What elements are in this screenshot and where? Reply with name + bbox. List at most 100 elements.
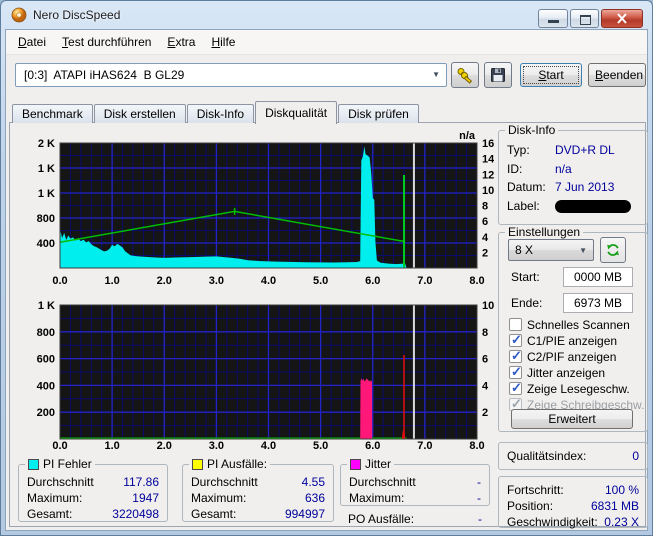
speed-select-value: 8 X [515,243,534,257]
maximize-button[interactable] [570,9,599,28]
start-button[interactable]: Start [520,63,582,87]
client-area: Datei Test durchführen Extra Hilfe [0:3] AT… [5,29,648,531]
svg-text:1.0: 1.0 [104,275,119,287]
stats-label: Durchschnitt [349,475,416,489]
tab-disk-info[interactable]: Disk-Info [186,104,255,123]
stats-row: Maximum: 636 [191,491,325,506]
stats-label: Maximum: [27,491,83,505]
progress-value: 0.23 X [604,515,639,529]
tab-diskqualit-t[interactable]: Diskqualität [255,101,338,124]
checkbox-label: Schnelles Scannen [527,317,630,332]
svg-text:1 K: 1 K [38,188,55,200]
svg-text:2.0: 2.0 [157,440,172,452]
close-button[interactable] [601,9,643,28]
stats-row: Durchschnitt 4.55 [191,475,325,490]
disk-info-label: ID: [507,161,523,176]
stats-value: 636 [304,491,325,505]
tab-disk-pr-fen[interactable]: Disk prüfen [338,104,419,123]
tab-benchmark[interactable]: Benchmark [12,104,93,123]
checkbox-c2-pif-anzeigen[interactable]: C2/PIF anzeigen [509,348,616,364]
eject-keys-button[interactable] [451,62,479,88]
stats-row: Maximum: - [349,491,481,506]
advanced-button[interactable]: Erweitert [511,409,633,429]
quality-index-label: Qualitätsindex: [507,449,587,463]
disk-info-title: Disk-Info [505,123,559,137]
stats-row: Maximum: 1947 [27,491,159,506]
po-failures-label: PO Ausfälle: [348,512,415,526]
menu-bar: Datei Test durchführen Extra Hilfe [6,30,647,55]
checkbox-zeige-lesegeschw[interactable]: Zeige Lesegeschw. [509,380,630,396]
svg-text:4: 4 [482,232,489,244]
stats-title-text: Jitter [365,457,392,471]
checkbox-label: Jitter anzeigen [527,365,606,380]
stats-value: 4.55 [301,475,325,489]
app-window: Nero DiscSpeed Datei Test durchführen Extr… [0,0,653,536]
tab-bar: Benchmark Disk erstellen Disk-Info Diskqual… [12,100,420,124]
legend-swatch-icon [350,458,361,470]
svg-text:8.0: 8.0 [469,275,484,287]
stats-group-pi-ausf-lle: PI Ausfälle: Durchschnitt 4.55 Maximum: 636 G… [182,457,334,522]
svg-text:12: 12 [482,169,494,181]
checkbox-icon[interactable] [509,364,522,380]
svg-text:6.0: 6.0 [365,440,380,452]
menu-item-extra[interactable]: Extra [159,32,203,52]
disk-info-row: Typ: DVD+R DL [507,143,639,158]
svg-text:8.0: 8.0 [469,440,484,452]
po-failures-value: - [478,512,482,526]
stats-label: Gesamt: [27,507,73,521]
svg-text:8: 8 [482,201,488,213]
title-bar[interactable]: Nero DiscSpeed [1,1,652,29]
checkbox-schnelles-scannen[interactable]: Schnelles Scannen [509,317,630,332]
stats-value: - [477,475,481,489]
svg-text:n/a: n/a [459,130,476,142]
disk-info-group: Disk-Info Typ: DVD+R DL ID: n/a Datum: 7 Jun … [498,123,648,225]
quit-button[interactable]: Beenden [588,63,646,87]
svg-text:4: 4 [482,380,489,392]
checkbox-label: C1/PIE anzeigen [527,333,618,348]
stats-label: Maximum: [191,491,247,505]
svg-text:2 K: 2 K [38,138,55,150]
disk-info-row: ID: n/a [507,162,639,177]
tab-disk-erstellen[interactable]: Disk erstellen [93,104,186,123]
drive-select[interactable]: [0:3] ATAPI iHAS624 B GL29 ▼ [15,63,447,87]
stats-value: 3220498 [112,507,159,521]
menu-item-hilfe[interactable]: Hilfe [203,32,243,52]
legend-swatch-icon [192,458,203,470]
checkbox-c1-pie-anzeigen[interactable]: C1/PIE anzeigen [509,332,618,348]
refresh-button[interactable] [600,237,626,263]
checkbox-jitter-anzeigen[interactable]: Jitter anzeigen [509,364,606,380]
po-failures-row: PO Ausfälle: - [340,512,490,527]
scan-start-input[interactable]: 0000 MB [563,267,633,287]
svg-text:3.0: 3.0 [209,275,224,287]
menu-item-test-durchf-hren[interactable]: Test durchführen [54,32,159,52]
checkbox-icon[interactable] [509,318,522,331]
svg-text:5.0: 5.0 [313,275,328,287]
checkbox-icon[interactable] [509,332,522,348]
stats-label: Maximum: [349,491,405,505]
legend-swatch-icon [28,458,39,470]
checkbox-icon[interactable] [509,348,522,364]
label-redacted [555,199,631,213]
svg-text:6: 6 [482,354,488,366]
stats-row: Gesamt: 3220498 [27,507,159,522]
scan-end-input[interactable]: 6973 MB [563,293,633,313]
stats-title-text: PI Ausfälle: [207,457,268,471]
menu-item-datei[interactable]: Datei [10,32,54,52]
disk-info-label: Datum: [507,180,546,194]
svg-text:200: 200 [37,407,55,419]
stats-label: Durchschnitt [191,475,258,489]
chevron-down-icon: ▼ [432,70,440,79]
svg-text:3.0: 3.0 [209,440,224,452]
minimize-button[interactable] [538,9,568,28]
svg-text:1 K: 1 K [38,163,55,175]
progress-label: Geschwindigkeit: [507,515,598,529]
close-icon [617,13,627,24]
window-title: Nero DiscSpeed [33,8,121,22]
speed-select[interactable]: 8 X ▼ [508,239,594,261]
drive-select-value: [0:3] ATAPI iHAS624 B GL29 [24,68,185,82]
app-icon [11,7,27,23]
disk-info-value: DVD+R DL [555,143,615,157]
stats-row: Durchschnitt - [349,475,481,490]
checkbox-icon[interactable] [509,380,522,396]
save-button[interactable] [484,62,512,88]
